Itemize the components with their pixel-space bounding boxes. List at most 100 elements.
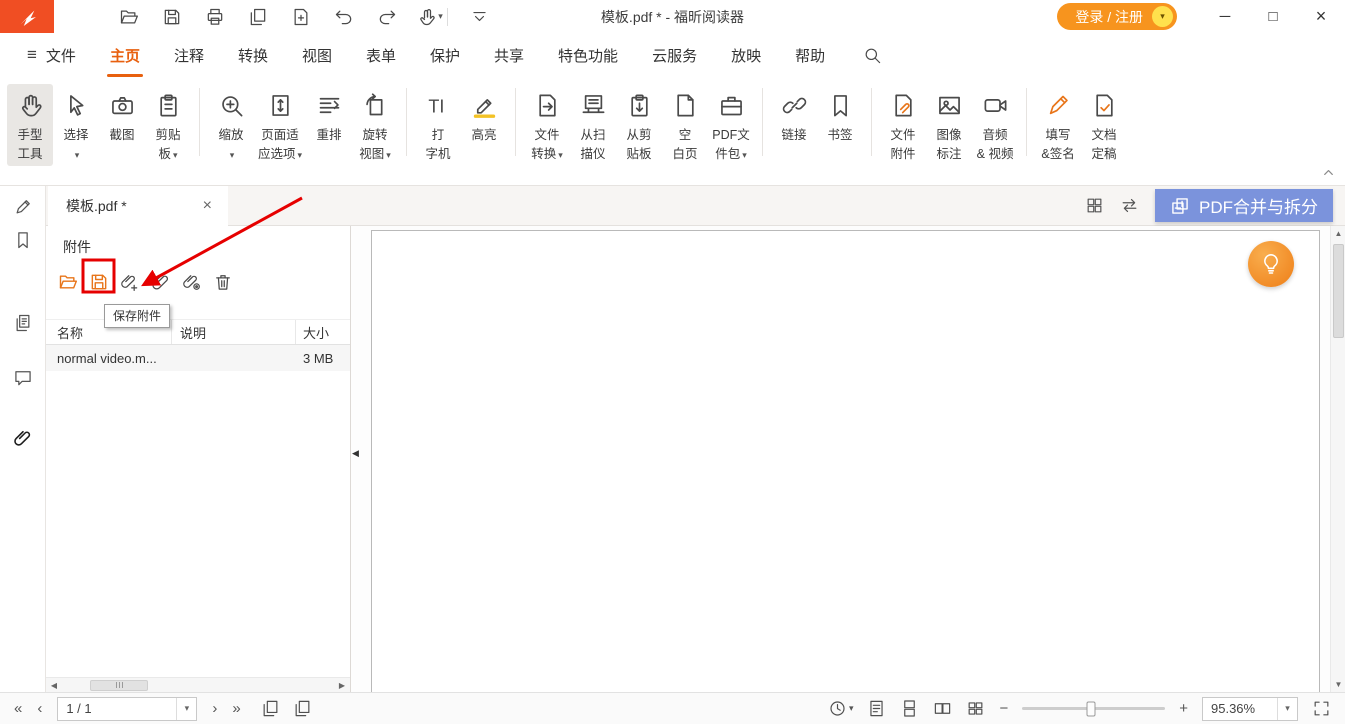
- previous-view-button[interactable]: [261, 699, 280, 718]
- new-doc-button[interactable]: [288, 4, 314, 30]
- tab-features[interactable]: 特色功能: [558, 41, 618, 70]
- delete-attachment-button[interactable]: [210, 269, 236, 295]
- grid-view-button[interactable]: [966, 699, 985, 718]
- maximize-button[interactable]: □: [1249, 0, 1297, 33]
- minimize-button[interactable]: ─: [1201, 0, 1249, 33]
- clipboard-button[interactable]: 剪贴 板▾: [145, 84, 191, 166]
- bookmarks-panel-button[interactable]: [3, 222, 43, 258]
- tab-comment[interactable]: 注释: [174, 41, 204, 70]
- page-caret-icon[interactable]: ▾: [176, 698, 196, 720]
- pdf-page[interactable]: [371, 230, 1320, 692]
- from-scanner-button[interactable]: 从扫 描仪: [570, 84, 616, 166]
- panel-horizontal-scrollbar[interactable]: ◀ ▶: [46, 677, 350, 692]
- page-fit-button[interactable]: 页面适 应选项▾: [254, 84, 306, 166]
- pdf-merge-split-button[interactable]: PDF合并与拆分: [1155, 189, 1333, 222]
- previous-page-button[interactable]: ‹: [37, 701, 42, 716]
- zoom-level-select[interactable]: 95.36% ▾: [1202, 697, 1298, 721]
- tab-protect[interactable]: 保护: [430, 41, 460, 70]
- column-header-description[interactable]: 说明: [172, 320, 296, 344]
- zoom-out-button[interactable]: −: [999, 701, 1008, 716]
- attach-file-button[interactable]: [148, 269, 174, 295]
- duplicate-doc-button[interactable]: [245, 4, 271, 30]
- attachments-panel-button[interactable]: [3, 420, 43, 456]
- blank-page-button[interactable]: 空 白页: [662, 84, 708, 166]
- search-button[interactable]: [859, 42, 885, 68]
- bookmark-button[interactable]: 书签: [817, 84, 863, 147]
- last-page-button[interactable]: »: [232, 701, 240, 716]
- tab-convert[interactable]: 转换: [238, 41, 268, 70]
- customize-quick-access-button[interactable]: [466, 4, 492, 30]
- highlight-button[interactable]: 高亮: [461, 84, 507, 147]
- close-tab-icon[interactable]: ×: [201, 197, 214, 215]
- doc-finalize-button[interactable]: 文档 定稿: [1081, 84, 1127, 166]
- zoom-in-button[interactable]: +: [1179, 701, 1188, 716]
- open-attachment-button[interactable]: [55, 269, 81, 295]
- assistant-bulb-button[interactable]: [1248, 241, 1294, 287]
- attachment-row[interactable]: normal video.m... 3 MB: [46, 345, 350, 371]
- facing-view-button[interactable]: [933, 699, 952, 718]
- zoom-button[interactable]: 缩放 ▾: [208, 84, 254, 166]
- scroll-right-icon[interactable]: ▶: [334, 681, 350, 690]
- vertical-scrollbar-thumb[interactable]: [1333, 244, 1344, 338]
- zoom-slider[interactable]: [1022, 707, 1165, 710]
- hand-tool-button[interactable]: 手型 工具: [7, 84, 53, 166]
- tab-slideshow[interactable]: 放映: [731, 41, 761, 70]
- save-button[interactable]: [159, 4, 185, 30]
- tab-cloud[interactable]: 云服务: [652, 41, 697, 70]
- select-tool-button[interactable]: 选择 ▾: [53, 84, 99, 166]
- comments-panel-button[interactable]: [3, 360, 43, 396]
- column-header-size[interactable]: 大小: [296, 320, 350, 344]
- tab-switch-button[interactable]: [1120, 196, 1139, 215]
- image-annotation-button[interactable]: 图像 标注: [926, 84, 972, 166]
- first-page-button[interactable]: «: [14, 701, 22, 716]
- tab-grid-button[interactable]: [1085, 196, 1104, 215]
- auto-scroll-button[interactable]: ▾: [828, 699, 854, 718]
- next-view-button[interactable]: [293, 699, 312, 718]
- typewriter-button[interactable]: 打 字机: [415, 84, 461, 166]
- collapse-ribbon-button[interactable]: [1319, 165, 1337, 179]
- fill-sign-button[interactable]: 填写 &签名: [1035, 84, 1081, 166]
- audio-video-button[interactable]: 音频 & 视频: [972, 84, 1018, 166]
- attachment-settings-button[interactable]: [179, 269, 205, 295]
- login-register-button[interactable]: 登录 / 注册 ▾: [1057, 3, 1177, 30]
- print-button[interactable]: [202, 4, 228, 30]
- rotate-view-button[interactable]: 旋转 视图▾: [352, 84, 398, 166]
- pdf-portfolio-button[interactable]: PDF文 件包▾: [708, 84, 754, 166]
- single-page-view-button[interactable]: [867, 699, 886, 718]
- collapse-panel-handle[interactable]: ◀: [352, 448, 359, 459]
- file-attachment-button[interactable]: 文件 附件: [880, 84, 926, 166]
- page-number-input[interactable]: 1 / 1 ▾: [57, 697, 197, 721]
- quick-annotate-button[interactable]: [3, 189, 43, 225]
- tab-home[interactable]: 主页: [110, 41, 140, 70]
- close-button[interactable]: ×: [1297, 0, 1345, 33]
- file-convert-button[interactable]: 文件 转换▾: [524, 84, 570, 166]
- scroll-up-icon[interactable]: ▲: [1331, 229, 1345, 238]
- next-page-button[interactable]: ›: [212, 701, 217, 716]
- vertical-scrollbar[interactable]: ▲ ▼: [1330, 226, 1345, 692]
- redo-button[interactable]: [374, 4, 400, 30]
- zoom-caret-icon[interactable]: ▾: [1277, 698, 1297, 720]
- touch-mode-button[interactable]: ▾: [417, 4, 443, 30]
- tab-form[interactable]: 表单: [366, 41, 396, 70]
- file-menu-button[interactable]: ≡ 文件: [27, 45, 76, 66]
- reflow-button[interactable]: 重排: [306, 84, 352, 147]
- from-clipboard-button[interactable]: 从剪 贴板: [616, 84, 662, 166]
- save-attachment-button[interactable]: [86, 269, 112, 295]
- link-button[interactable]: 链接: [771, 84, 817, 147]
- tab-help[interactable]: 帮助: [795, 41, 825, 70]
- foxit-logo[interactable]: [0, 0, 54, 33]
- snapshot-button[interactable]: 截图: [99, 84, 145, 147]
- tab-view[interactable]: 视图: [302, 41, 332, 70]
- pages-panel-button[interactable]: [3, 305, 43, 341]
- zoom-slider-thumb[interactable]: [1086, 701, 1095, 716]
- scroll-down-icon[interactable]: ▼: [1331, 680, 1345, 689]
- horizontal-scrollbar-thumb[interactable]: [90, 680, 148, 691]
- document-tab[interactable]: 模板.pdf * ×: [48, 186, 228, 226]
- fullscreen-button[interactable]: [1312, 699, 1331, 718]
- scroll-left-icon[interactable]: ◀: [46, 681, 62, 690]
- add-attachment-button[interactable]: [117, 269, 143, 295]
- tab-share[interactable]: 共享: [494, 41, 524, 70]
- undo-button[interactable]: [331, 4, 357, 30]
- continuous-view-button[interactable]: [900, 699, 919, 718]
- open-file-button[interactable]: [116, 4, 142, 30]
